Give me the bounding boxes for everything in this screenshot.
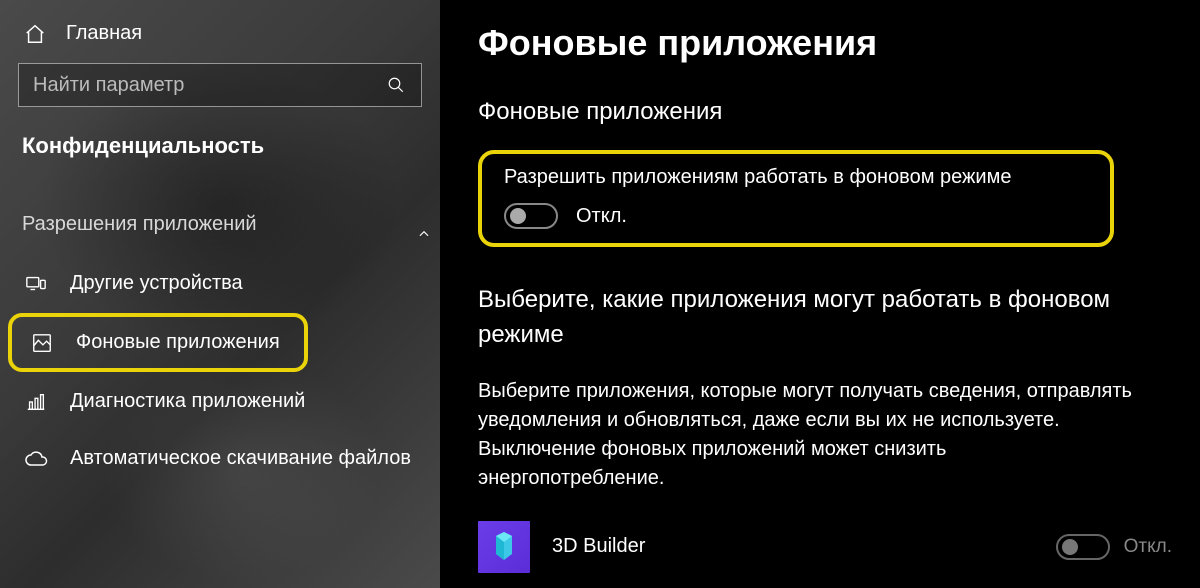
sidebar-item-app-diagnostics[interactable]: Диагностика приложений	[0, 374, 440, 429]
main-content: Фоновые приложения Фоновые приложения Ра…	[440, 0, 1200, 588]
page-title: Фоновые приложения	[478, 22, 1172, 64]
home-icon	[24, 23, 46, 45]
sidebar-item-label: Диагностика приложений	[70, 390, 305, 413]
background-apps-toggle[interactable]	[504, 203, 558, 229]
choose-apps-description: Выберите приложения, которые могут получ…	[478, 377, 1138, 493]
sidebar-item-other-devices[interactable]: Другие устройства	[0, 256, 440, 311]
sidebar-item-label: Фоновые приложения	[76, 331, 280, 354]
devices-icon	[24, 273, 48, 295]
category-title: Конфиденциальность	[0, 133, 440, 183]
background-toggle-state: Откл.	[576, 205, 627, 228]
section-heading-choose-apps: Выберите, какие приложения могут работат…	[478, 283, 1138, 353]
background-apps-toggle-block: Разрешить приложениям работать в фоновом…	[478, 150, 1114, 247]
sidebar-item-background-apps[interactable]: Фоновые приложения	[8, 313, 308, 372]
home-nav[interactable]: Главная	[0, 22, 440, 63]
sidebar-item-label: Автоматическое скачивание файлов	[70, 447, 411, 470]
app-toggle-state: Откл.	[1124, 536, 1172, 558]
app-tile-3d-builder-icon	[478, 521, 530, 573]
sidebar-item-label: Другие устройства	[70, 272, 243, 295]
home-label: Главная	[66, 22, 142, 45]
cloud-download-icon	[24, 449, 48, 469]
sidebar-item-auto-download[interactable]: Автоматическое скачивание файлов	[0, 431, 440, 486]
search-input[interactable]	[19, 64, 371, 106]
sidebar-section-heading: Разрешения приложений	[0, 183, 440, 254]
background-toggle-label: Разрешить приложениям работать в фоновом…	[504, 166, 1088, 189]
app-name: 3D Builder	[552, 535, 1034, 558]
sidebar: Главная Конфиденциальность Разрешения пр…	[0, 0, 440, 588]
app-toggle-3d-builder[interactable]	[1056, 534, 1110, 560]
app-row: 3D Builder Откл.	[478, 517, 1172, 573]
search-box[interactable]	[18, 63, 422, 107]
section-heading-background-apps: Фоновые приложения	[478, 98, 1172, 126]
search-icon[interactable]	[371, 76, 421, 94]
background-apps-icon	[30, 332, 54, 354]
diagnostics-icon	[24, 391, 48, 413]
